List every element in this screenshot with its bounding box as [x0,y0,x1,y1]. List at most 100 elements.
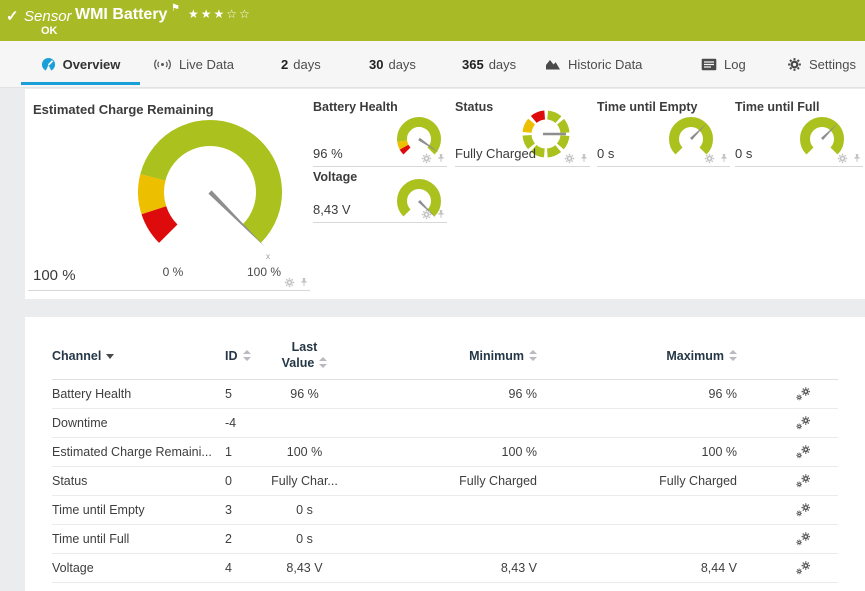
column-header-actions [737,333,838,379]
tab-historic-data[interactable]: Historic Data [545,41,642,87]
sort-desc-icon [106,354,114,359]
gauge-time-until-full: Time until Full 0 s [735,100,863,167]
channel-minimum: 100 % [347,437,537,466]
gauge-title: Status [455,100,493,114]
gauge-settings-gear-icon[interactable] [564,153,575,164]
channel-settings-gears-icon[interactable] [795,502,811,518]
channel-name: Estimated Charge Remaini... [52,437,217,466]
table-header-row: Channel ID Last Value Minimum Maximum [52,333,838,379]
historic-chart-icon [545,57,561,71]
channel-id: -4 [217,408,262,437]
tab-live-data[interactable]: Live Data [153,41,234,87]
gauge-settings-gear-icon[interactable] [284,277,295,288]
table-row: Downtime -4 [52,408,838,437]
settings-gear-icon [787,57,802,72]
gauge-pin-icon[interactable] [436,152,446,164]
column-header-last-value[interactable]: Last Value [262,333,347,379]
channel-last-value: 96 % [262,379,347,408]
channel-id: 1 [217,437,262,466]
channel-settings-gears-icon[interactable] [795,560,811,576]
channel-minimum: 96 % [347,379,537,408]
sort-icon [242,350,251,361]
channel-id: 5 [217,379,262,408]
column-header-id[interactable]: ID [217,333,262,379]
gauge-estimated-charge-remaining: Estimated Charge Remaining x 0 % 100 % 1… [28,97,310,291]
channel-maximum: 96 % [537,379,737,408]
flag-icon: ⚑ [171,3,180,14]
channel-minimum: 8,43 V [347,553,537,582]
channel-name: Status [52,466,217,495]
tab-30-days[interactable]: 30 days [369,41,416,87]
gauge-title: Battery Health [313,100,398,114]
channel-settings-gears-icon[interactable] [795,473,811,489]
channel-last-value: 100 % [262,437,347,466]
sensor-ok-check-icon: ✓ [6,7,19,25]
channel-last-value: 0 s [262,495,347,524]
gauge-pin-icon[interactable] [852,152,862,164]
channel-id: 2 [217,524,262,553]
gauge-value: 96 % [313,146,343,161]
channel-id: 0 [217,466,262,495]
channels-panel: Channel ID Last Value Minimum Maximum Ba… [25,317,865,591]
gauge-icon [41,57,56,72]
gauge-status: Status Fully Charged [455,100,590,167]
gauge-voltage: Voltage 8,43 V [313,170,447,223]
channel-id: 4 [217,553,262,582]
gauge-settings-gear-icon[interactable] [837,153,848,164]
tab-log[interactable]: Log [701,41,746,87]
gauge-title: Voltage [313,170,357,184]
gauges-panel: Estimated Charge Remaining x 0 % 100 % 1… [25,89,865,299]
table-row: Status 0 Fully Char... Fully Charged Ful… [52,466,838,495]
column-header-minimum[interactable]: Minimum [347,333,537,379]
needle-tip-marker: x [266,252,270,261]
sensor-status-badge: OK [41,25,58,37]
channel-settings-gears-icon[interactable] [795,444,811,460]
column-header-channel[interactable]: Channel [52,333,217,379]
gauge-time-until-empty: Time until Empty 0 s [597,100,730,167]
sensor-title: WMI Battery [75,6,167,24]
priority-stars[interactable]: ★★★☆☆ [188,7,252,21]
tab-365-days[interactable]: 365 days [462,41,516,87]
channel-name: Downtime [52,408,217,437]
channel-settings-gears-icon[interactable] [795,386,811,402]
log-icon [701,58,717,71]
gauge-settings-gear-icon[interactable] [421,209,432,220]
tab-label: Live Data [179,57,234,72]
table-row: Time until Empty 3 0 s [52,495,838,524]
tab-label: Settings [809,57,856,72]
gauge-value: Fully Charged [455,146,536,161]
gauge-value: 0 s [735,146,752,161]
gauge-pin-icon[interactable] [579,152,589,164]
channel-minimum [347,408,537,437]
gauge-settings-gear-icon[interactable] [421,153,432,164]
channel-settings-gears-icon[interactable] [795,531,811,547]
object-kind-label: Sensor [24,8,72,25]
radial-gauge: x [110,97,310,267]
gauge-pin-icon[interactable] [436,208,446,220]
gauge-scale-max: 100 % [240,265,288,279]
channel-minimum [347,495,537,524]
tab-settings[interactable]: Settings [787,41,856,87]
live-data-icon [153,57,172,72]
channel-maximum: 8,44 V [537,553,737,582]
channel-minimum: Fully Charged [347,466,537,495]
column-header-maximum[interactable]: Maximum [537,333,737,379]
channel-last-value: 8,43 V [262,553,347,582]
tab-label: days [293,57,320,72]
gauge-settings-gear-icon[interactable] [704,153,715,164]
channel-maximum: 100 % [537,437,737,466]
tab-2-days[interactable]: 2 days [281,41,321,87]
channel-maximum: Fully Charged [537,466,737,495]
tab-overview[interactable]: Overview [21,41,140,87]
sort-icon [728,350,737,361]
channel-settings-gears-icon[interactable] [795,415,811,431]
gauge-pin-icon[interactable] [719,152,729,164]
channel-last-value: 0 s [262,524,347,553]
channel-last-value: Fully Char... [262,466,347,495]
channel-name: Battery Health [52,379,217,408]
channel-maximum [537,408,737,437]
sort-icon [528,350,537,361]
gauge-pin-icon[interactable] [299,276,309,288]
channel-last-value [262,408,347,437]
tab-bar: Overview Live Data 2 days 30 days 365 da… [0,41,865,88]
